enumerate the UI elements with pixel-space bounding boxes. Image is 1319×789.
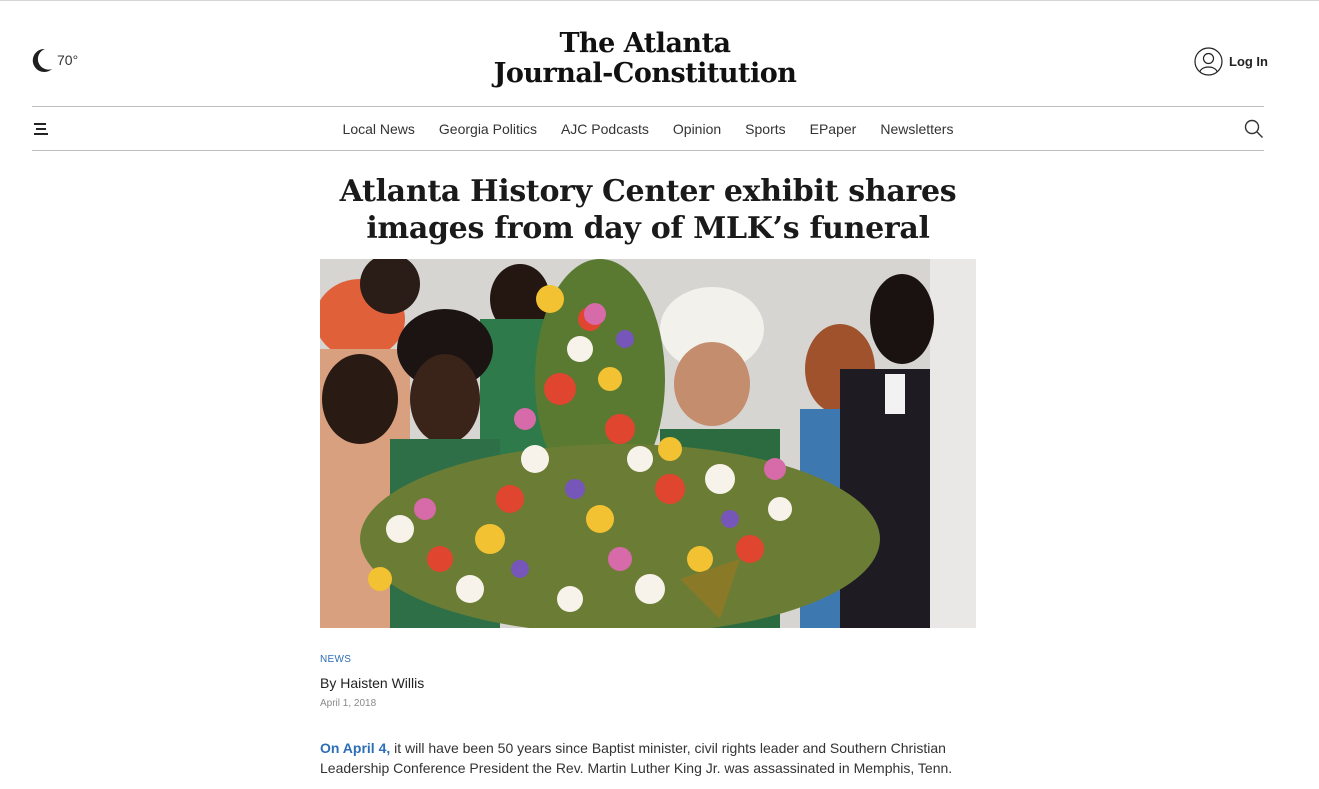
nav-item-sports[interactable]: Sports <box>745 121 785 137</box>
section-label[interactable]: NEWS <box>320 654 351 665</box>
nav-item-opinion[interactable]: Opinion <box>673 121 721 137</box>
lede-link[interactable]: On April 4, <box>320 740 390 756</box>
nav-item-newsletters[interactable]: Newsletters <box>880 121 953 137</box>
nav-item-local-news[interactable]: Local News <box>343 121 415 137</box>
article-headline: Atlanta History Center exhibit shares im… <box>339 174 957 246</box>
masthead-line-1: The Atlanta <box>559 28 731 59</box>
temperature-value: 70° <box>57 52 79 68</box>
login-label: Log In <box>1229 54 1268 69</box>
moon-icon <box>32 48 52 72</box>
top-bar: 70° The Atlanta Journal-Constitution Log… <box>0 1 1319 106</box>
weather-widget[interactable]: 70° <box>30 47 78 73</box>
lede-text: it will have been 50 years since Baptist… <box>320 740 953 776</box>
user-circle-icon <box>1194 47 1223 76</box>
funeral-flowers-photo <box>320 259 976 628</box>
byline[interactable]: By Haisten Willis <box>320 675 424 691</box>
nav-links: Local News Georgia Politics AJC Podcasts… <box>32 107 1264 150</box>
masthead-line-2: Journal-Constitution <box>493 58 797 89</box>
nav-item-georgia-politics[interactable]: Georgia Politics <box>439 121 537 137</box>
masthead-logo[interactable]: The Atlanta Journal-Constitution <box>490 29 800 89</box>
nav-item-ajc-podcasts[interactable]: AJC Podcasts <box>561 121 649 137</box>
article-lede: On April 4, it will have been 50 years s… <box>320 738 980 778</box>
nav-item-epaper[interactable]: EPaper <box>810 121 857 137</box>
login-button[interactable]: Log In <box>1194 47 1268 76</box>
article-photo[interactable] <box>320 259 976 628</box>
publish-date: April 1, 2018 <box>320 698 377 709</box>
search-icon[interactable] <box>1244 119 1264 139</box>
main-navigation: Local News Georgia Politics AJC Podcasts… <box>32 106 1264 151</box>
